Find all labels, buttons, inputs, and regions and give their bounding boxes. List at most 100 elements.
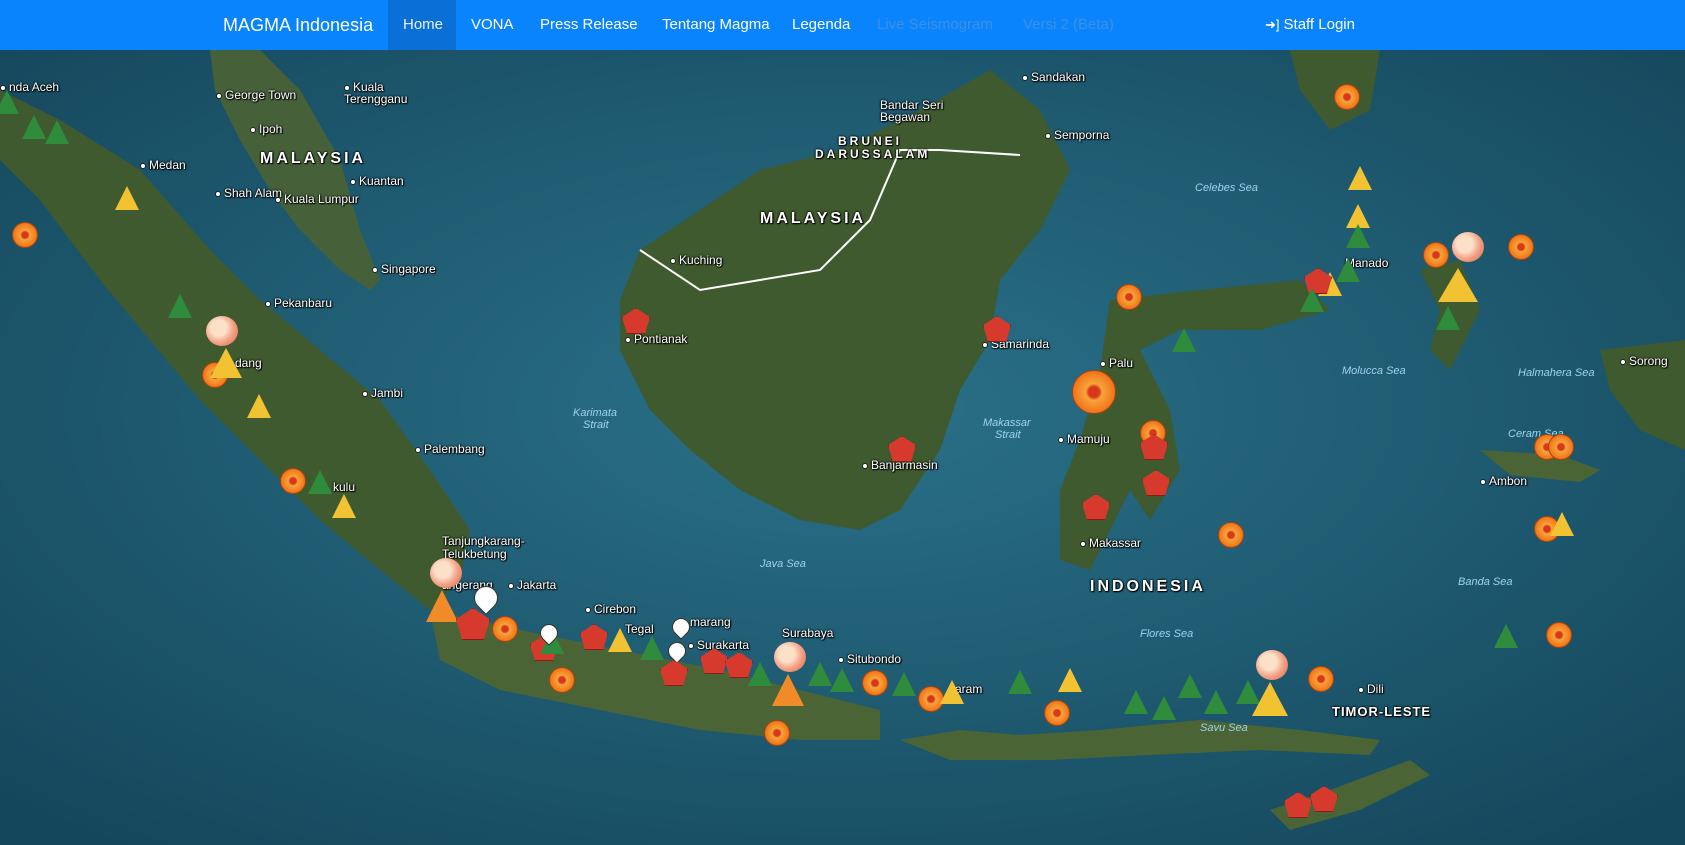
city-label: kulu bbox=[333, 480, 356, 494]
volcano-normal-marker[interactable] bbox=[1008, 670, 1032, 694]
volcano-normal-marker[interactable] bbox=[640, 636, 664, 660]
volcano-normal-marker[interactable] bbox=[22, 115, 46, 139]
volcano-normal-marker[interactable] bbox=[308, 470, 332, 494]
nav-tentang-magma[interactable]: Tentang Magma bbox=[647, 0, 785, 50]
volcano-advisory-marker[interactable] bbox=[115, 186, 139, 210]
country-label: TIMOR-LESTE bbox=[1332, 704, 1432, 719]
volcano-normal-marker[interactable] bbox=[1152, 696, 1176, 720]
volcano-normal-marker[interactable] bbox=[892, 672, 916, 696]
volcano-advisory-marker[interactable] bbox=[608, 628, 632, 652]
earthquake-marker[interactable] bbox=[1218, 522, 1244, 548]
earthquake-marker[interactable] bbox=[549, 667, 575, 693]
country-label: MALAYSIA bbox=[260, 150, 367, 167]
nav-press-release[interactable]: Press Release bbox=[525, 0, 653, 50]
earthquake-marker[interactable] bbox=[492, 616, 518, 642]
volcano-advisory-marker[interactable] bbox=[1438, 268, 1478, 302]
country-label: INDONESIA bbox=[1090, 578, 1206, 595]
volcano-normal-marker[interactable] bbox=[1336, 258, 1360, 282]
country-label: BRUNEI bbox=[838, 134, 903, 148]
volcano-normal-marker[interactable] bbox=[1204, 690, 1228, 714]
eruption-marker[interactable] bbox=[206, 316, 238, 346]
earthquake-marker[interactable] bbox=[12, 222, 38, 248]
nav-live-seismogram[interactable]: Live Seismogram bbox=[862, 0, 1008, 50]
city-label: Singapore bbox=[372, 262, 436, 276]
volcano-advisory-marker[interactable] bbox=[247, 394, 271, 418]
volcano-watch-marker[interactable] bbox=[426, 590, 458, 622]
earthquake-marker[interactable] bbox=[1548, 434, 1574, 460]
volcano-advisory-marker[interactable] bbox=[1058, 668, 1082, 692]
sea-label: Karimata bbox=[573, 407, 618, 419]
volcano-normal-marker[interactable] bbox=[1124, 690, 1148, 714]
city-label: Jambi bbox=[362, 386, 403, 400]
nav-versi-2[interactable]: Versi 2 (Beta) bbox=[1008, 0, 1129, 50]
city-label: Terengganu bbox=[344, 92, 408, 106]
earthquake-marker[interactable] bbox=[1072, 370, 1116, 414]
eruption-marker[interactable] bbox=[1452, 232, 1484, 262]
city-label: Palu bbox=[1100, 356, 1133, 370]
volcano-normal-marker[interactable] bbox=[45, 120, 69, 144]
sea-label: Molucca Sea bbox=[1342, 365, 1406, 377]
nav-vona[interactable]: VONA bbox=[456, 0, 529, 50]
sea-label: Savu Sea bbox=[1200, 722, 1248, 734]
top-navbar: MAGMA Indonesia Home VONA Press Release … bbox=[0, 0, 1685, 50]
sea-label: Strait bbox=[995, 429, 1021, 441]
staff-login-label: Staff Login bbox=[1283, 16, 1355, 33]
volcano-advisory-marker[interactable] bbox=[1550, 512, 1574, 536]
staff-login-link[interactable]: ➜] Staff Login bbox=[1265, 0, 1355, 50]
sea-label: Java Sea bbox=[760, 558, 806, 570]
earthquake-marker[interactable] bbox=[280, 468, 306, 494]
map-base bbox=[0, 50, 1685, 845]
eruption-marker[interactable] bbox=[430, 558, 462, 588]
volcano-normal-marker[interactable] bbox=[0, 90, 19, 114]
volcano-advisory-marker[interactable] bbox=[940, 680, 964, 704]
volcano-normal-marker[interactable] bbox=[1300, 288, 1324, 312]
volcano-normal-marker[interactable] bbox=[830, 668, 854, 692]
eruption-marker[interactable] bbox=[1256, 650, 1288, 680]
volcano-normal-marker[interactable] bbox=[748, 662, 772, 686]
city-label: Medan bbox=[140, 158, 186, 172]
city-label: Ipoh bbox=[250, 122, 282, 136]
volcano-normal-marker[interactable] bbox=[808, 662, 832, 686]
sea-label: Strait bbox=[583, 419, 609, 431]
eruption-marker[interactable] bbox=[774, 642, 806, 672]
volcano-normal-marker[interactable] bbox=[1172, 328, 1196, 352]
city-label: Kuantan bbox=[350, 174, 404, 188]
sign-in-icon: ➜] bbox=[1265, 17, 1280, 32]
volcano-map[interactable]: nda Aceh George Town Kuala Terengganu Ip… bbox=[0, 50, 1685, 845]
volcano-advisory-marker[interactable] bbox=[1252, 682, 1288, 716]
city-label: Jakarta bbox=[508, 578, 556, 592]
volcano-advisory-marker[interactable] bbox=[1348, 166, 1372, 190]
country-label: MALAYSIA bbox=[760, 210, 867, 227]
earthquake-marker[interactable] bbox=[1116, 284, 1142, 310]
earthquake-marker[interactable] bbox=[1508, 234, 1534, 260]
sea-label: Halmahera Sea bbox=[1518, 367, 1595, 379]
city-label: marang bbox=[690, 615, 731, 629]
city-label: Ambon bbox=[1480, 474, 1527, 488]
volcano-normal-marker[interactable] bbox=[1494, 624, 1518, 648]
volcano-normal-marker[interactable] bbox=[1346, 224, 1370, 248]
brand-link[interactable]: MAGMA Indonesia bbox=[223, 0, 373, 50]
volcano-normal-marker[interactable] bbox=[1436, 306, 1460, 330]
volcano-normal-marker[interactable] bbox=[1178, 674, 1202, 698]
earthquake-marker[interactable] bbox=[764, 720, 790, 746]
earthquake-marker[interactable] bbox=[1423, 242, 1449, 268]
city-label: Mamuju bbox=[1058, 432, 1110, 446]
city-label: Pekanbaru bbox=[265, 296, 332, 310]
earthquake-marker[interactable] bbox=[1044, 700, 1070, 726]
earthquake-marker[interactable] bbox=[862, 670, 888, 696]
nav-legenda[interactable]: Legenda bbox=[777, 0, 865, 50]
city-label: Sorong bbox=[1620, 354, 1668, 368]
earthquake-marker[interactable] bbox=[1546, 622, 1572, 648]
sea-label: Makassar bbox=[983, 417, 1031, 429]
volcano-watch-marker[interactable] bbox=[772, 674, 804, 706]
earthquake-marker[interactable] bbox=[1334, 84, 1360, 110]
earthquake-marker[interactable] bbox=[1308, 666, 1334, 692]
sea-label: Flores Sea bbox=[1140, 628, 1194, 640]
volcano-advisory-marker[interactable] bbox=[332, 494, 356, 518]
nav-home[interactable]: Home bbox=[388, 0, 456, 50]
city-label: Begawan bbox=[880, 110, 931, 124]
volcano-normal-marker[interactable] bbox=[168, 294, 192, 318]
volcano-advisory-marker[interactable] bbox=[210, 348, 242, 378]
city-label: Situbondo bbox=[838, 652, 901, 666]
city-label: George Town bbox=[216, 88, 296, 102]
